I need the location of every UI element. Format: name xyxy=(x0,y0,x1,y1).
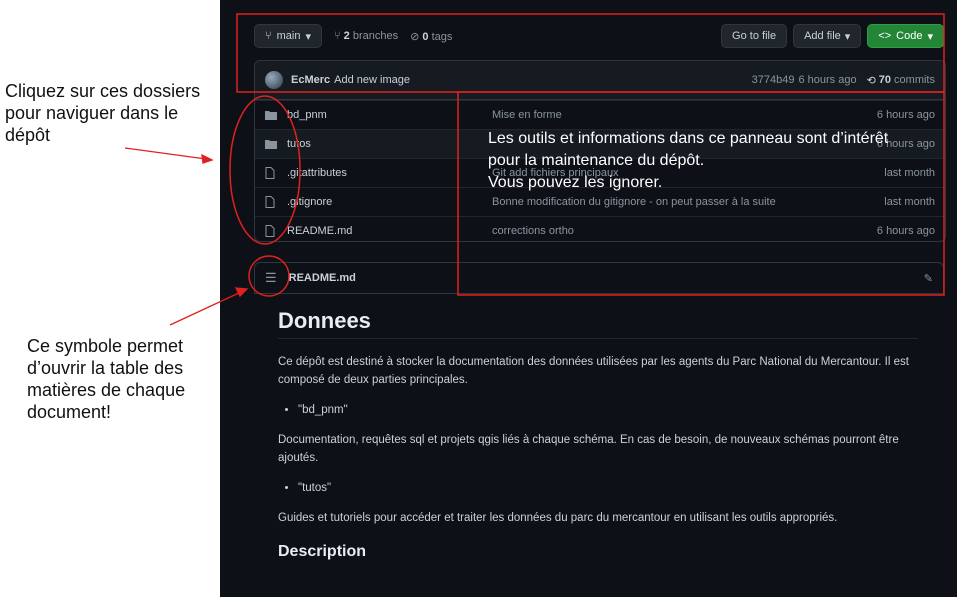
maintenance-highlight-rect-lower xyxy=(457,91,945,296)
arrow-to-folders xyxy=(124,147,214,164)
annotation-overlay xyxy=(124,13,945,326)
arrow-to-toc-icon xyxy=(169,287,249,326)
maintenance-highlight-rect xyxy=(236,13,945,93)
toc-highlight-circle xyxy=(248,255,290,297)
folders-highlight-ellipse xyxy=(229,95,301,245)
